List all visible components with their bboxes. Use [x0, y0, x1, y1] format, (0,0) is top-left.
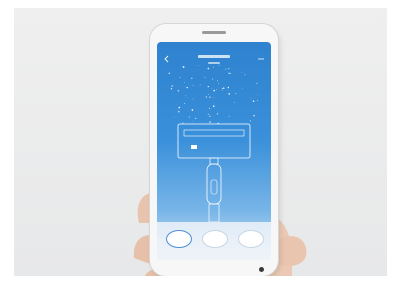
vacuum-handle	[210, 179, 218, 195]
photo-scene	[0, 0, 401, 284]
mode-button-1[interactable]	[166, 230, 192, 248]
vacuum-brush-mark	[191, 145, 197, 149]
vacuum-body	[206, 163, 222, 205]
phone-speaker	[202, 31, 226, 34]
mode-button-3[interactable]	[238, 230, 264, 248]
photo-background	[14, 8, 387, 276]
mode-button-panel	[157, 222, 271, 260]
smartphone	[150, 24, 278, 276]
vacuum-head-inner	[183, 129, 245, 137]
vacuum-tube	[208, 203, 220, 223]
phone-screen	[157, 42, 271, 260]
mode-button-2[interactable]	[202, 230, 228, 248]
front-camera-icon	[259, 267, 264, 272]
vacuum-joint	[209, 157, 219, 165]
vacuum-head-outline	[177, 123, 251, 159]
